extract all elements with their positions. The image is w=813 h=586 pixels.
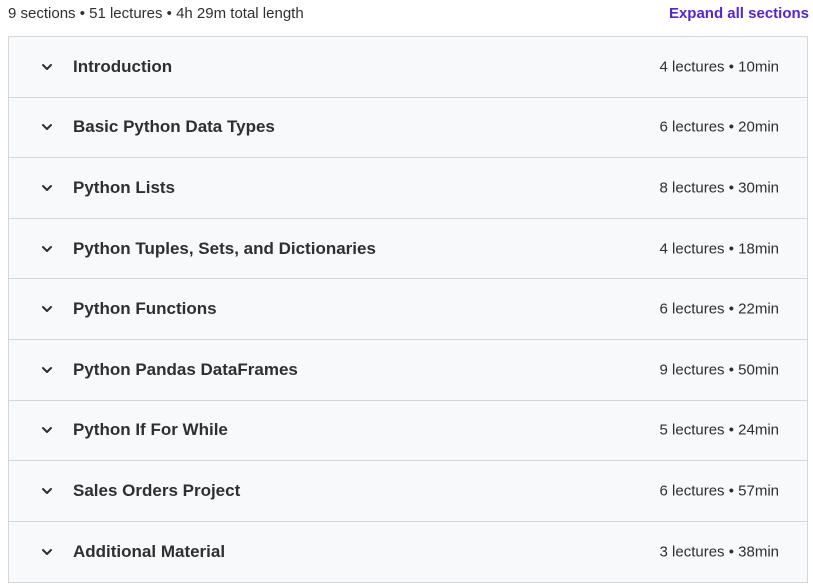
expand-all-sections-button[interactable]: Expand all sections — [669, 5, 809, 22]
section-meta: 8 lectures • 30min — [659, 179, 779, 197]
section-meta: 5 lectures • 24min — [659, 421, 779, 439]
chevron-down-icon — [40, 545, 54, 559]
section-meta: 4 lectures • 18min — [659, 240, 779, 258]
chevron-down-icon — [40, 363, 54, 377]
curriculum-section-list: Introduction 4 lectures • 10min Basic Py… — [8, 36, 808, 584]
section-row-introduction[interactable]: Introduction 4 lectures • 10min — [9, 37, 807, 98]
section-title: Python Lists — [73, 177, 176, 197]
section-row-python-lists[interactable]: Python Lists 8 lectures • 30min — [9, 158, 807, 219]
section-row-sales-orders-project[interactable]: Sales Orders Project 6 lectures • 57min — [9, 461, 807, 522]
chevron-down-icon — [40, 302, 54, 316]
section-title: Python Functions — [73, 299, 217, 319]
chevron-down-icon — [40, 242, 54, 256]
section-title: Python Pandas DataFrames — [73, 359, 298, 379]
section-meta: 6 lectures • 22min — [659, 300, 779, 318]
section-row-python-pandas-dataframes[interactable]: Python Pandas DataFrames 9 lectures • 50… — [9, 339, 807, 401]
section-title: Sales Orders Project — [73, 480, 241, 500]
section-title: Python If For While — [73, 420, 228, 440]
section-title: Introduction — [73, 56, 173, 76]
section-row-additional-material[interactable]: Additional Material 3 lectures • 38min — [9, 521, 807, 583]
section-row-python-if-for-while[interactable]: Python If For While 5 lectures • 24min — [9, 400, 807, 462]
curriculum-header: 9 sections • 51 lectures • 4h 29m total … — [0, 0, 813, 36]
section-meta: 9 lectures • 50min — [659, 361, 779, 379]
section-title: Python Tuples, Sets, and Dictionaries — [73, 238, 376, 258]
chevron-down-icon — [40, 181, 54, 195]
course-summary: 9 sections • 51 lectures • 4h 29m total … — [8, 5, 304, 22]
section-meta: 3 lectures • 38min — [659, 543, 779, 561]
section-title: Additional Material — [73, 542, 226, 562]
chevron-down-icon — [40, 60, 54, 74]
section-meta: 6 lectures • 20min — [659, 118, 779, 136]
section-title: Basic Python Data Types — [73, 117, 275, 137]
section-row-python-tuples-sets-dictionaries[interactable]: Python Tuples, Sets, and Dictionaries 4 … — [9, 218, 807, 280]
section-meta: 6 lectures • 57min — [659, 482, 779, 500]
chevron-down-icon — [40, 423, 54, 437]
chevron-down-icon — [40, 484, 54, 498]
section-row-python-functions[interactable]: Python Functions 6 lectures • 22min — [9, 279, 807, 340]
chevron-down-icon — [40, 120, 54, 134]
section-meta: 4 lectures • 10min — [659, 58, 779, 76]
section-row-basic-python-data-types[interactable]: Basic Python Data Types 6 lectures • 20m… — [9, 97, 807, 159]
